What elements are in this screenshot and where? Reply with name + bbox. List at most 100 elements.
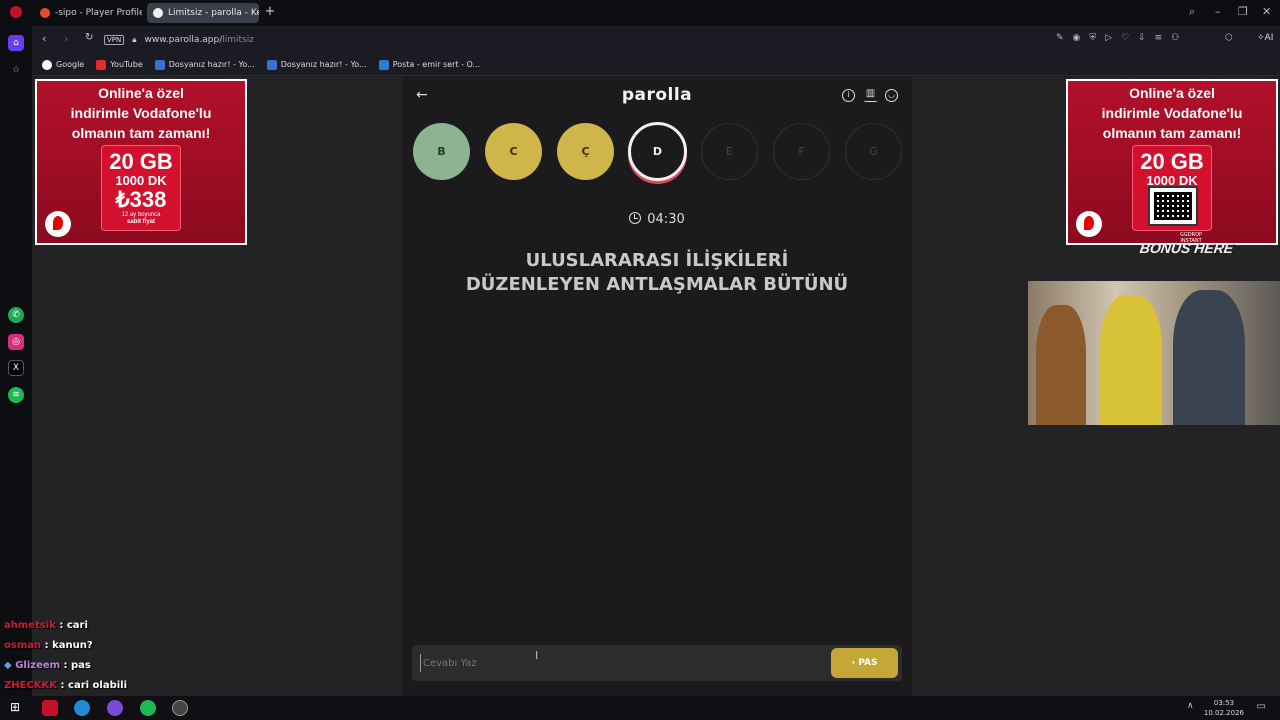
bookmarks-bar: Google YouTube Dosyanız hazır! - Yo... D… [32, 54, 1280, 76]
vpn-badge[interactable]: VPN [104, 35, 125, 45]
maximize-icon[interactable]: ❐ [1238, 5, 1248, 18]
home-icon[interactable]: ⌂ [8, 35, 24, 51]
ad-gb: 20 GB [109, 149, 173, 174]
bookmark-google[interactable]: Google [42, 59, 85, 70]
tab-label: Limitsiz - parolla - Kelime [168, 8, 259, 18]
letter-c: C [485, 123, 542, 180]
bookmark-label: Posta - emir sert - O... [392, 60, 481, 69]
letter-label: B [437, 145, 446, 158]
user-icon[interactable]: ◡ [885, 89, 898, 102]
question-line-1: ULUSLARARASI İLİŞKİLERİ [525, 250, 789, 271]
ai-label: AI [1264, 33, 1274, 43]
badge-icon: ◆ [4, 660, 12, 671]
star-icon[interactable]: ☆ [8, 62, 24, 78]
text-cursor-icon: I [535, 649, 539, 662]
streamer-webcam [1028, 281, 1280, 425]
spotify-icon[interactable]: ≋ [8, 387, 24, 403]
app-icon[interactable] [107, 700, 123, 716]
tab-bar: -sipo - Player Profile - FAC Limitsiz - … [0, 0, 1280, 26]
letter-label: Ç [581, 145, 590, 158]
ad-offer-card: 20 GB 1000 DK ₺338 12 ay boyunca sabit f… [101, 145, 181, 231]
bookmark-youtube[interactable]: YouTube [96, 59, 143, 70]
lock-icon[interactable]: 🔒︎ [132, 35, 136, 45]
chat-text: : cari olabili [60, 680, 128, 691]
letter-f: F [773, 123, 830, 180]
windows-start-icon[interactable]: ⊞ [10, 700, 20, 714]
person-figure [1036, 305, 1086, 425]
answer-input[interactable] [420, 654, 820, 672]
minimize-icon[interactable]: – [1215, 5, 1221, 18]
ad-headline-3: olmanın tam zamanı! [71, 125, 211, 141]
question-text: ULUSLARARASI İLİŞKİLERİ DÜZENLEYEN ANTLA… [432, 249, 882, 297]
bookmark-favicon-icon [154, 59, 165, 70]
person-figure [1173, 290, 1245, 425]
ad-headline-2: indirimle Vodafone'lu [70, 105, 212, 121]
ad-headline-3: olmanın tam zamanı! [1102, 125, 1242, 141]
google-icon [42, 59, 52, 70]
bookmark-label: Dosyanız hazır! - Yo... [168, 60, 255, 69]
aria-ai-button[interactable]: ✧AI [1257, 33, 1273, 43]
app-icon[interactable] [172, 700, 188, 716]
outlook-icon [378, 59, 389, 70]
ad-price: ₺338 [115, 187, 167, 212]
close-icon[interactable]: ✕ [1262, 5, 1271, 18]
forward-arrow-icon[interactable]: › [64, 32, 68, 45]
bonus-here-text: BONUS HERE [1138, 240, 1235, 256]
timer: 04:30 [402, 212, 912, 227]
clock-icon [629, 212, 642, 224]
chat-message: ◆ Glizeem : pas [4, 656, 204, 676]
system-clock[interactable]: 03:53 10.02.2026 [1204, 698, 1244, 718]
opera-taskbar-icon[interactable] [42, 700, 58, 716]
bookmark-label: YouTube [110, 60, 143, 69]
chat-text: : pas [63, 660, 91, 671]
bookmark-dosya-1[interactable]: Dosyanız hazır! - Yo... [154, 59, 255, 70]
letter-e: E [701, 123, 758, 180]
bookmark-dosya-2[interactable]: Dosyanız hazır! - Yo... [266, 59, 367, 70]
spotify-taskbar-icon[interactable] [140, 700, 156, 716]
whatsapp-icon[interactable]: ✆ [8, 307, 24, 323]
vodafone-ad-left[interactable]: Online'a özel indirimle Vodafone'lu olma… [35, 79, 247, 245]
tab-player-profile[interactable]: -sipo - Player Profile - FAC [34, 3, 142, 23]
edge-icon[interactable] [74, 700, 90, 716]
url-path: limitsiz [222, 35, 254, 45]
new-tab-plus-icon[interactable]: + [263, 5, 277, 19]
person-figure [1100, 295, 1162, 425]
toolbar-icons[interactable]: ✎◉⛨▷♡⇩≡⚇ [1056, 33, 1188, 43]
search-tabs-icon[interactable]: ⌕ [1189, 5, 1195, 19]
back-arrow-icon[interactable]: ‹ [42, 32, 46, 45]
pas-label: PAS [858, 658, 878, 668]
stream-chat: ahmetsik : cari osman : kanun? ◆ Glizeem… [4, 616, 204, 696]
pas-button[interactable]: › PAS [831, 648, 898, 678]
extensions-icon[interactable]: ⬡ [1225, 33, 1233, 43]
chat-user: Glizeem [15, 660, 61, 671]
clock-date: 10.02.2026 [1203, 709, 1244, 717]
vodafone-logo-icon [45, 211, 71, 237]
answer-form: › PAS [412, 645, 902, 681]
tab-parolla[interactable]: Limitsiz - parolla - Kelime [147, 3, 259, 23]
reload-icon[interactable]: ↻ [85, 32, 93, 43]
tray-chevron-icon[interactable]: ∧ [1187, 701, 1194, 711]
letter-c-cedilla: Ç [557, 123, 614, 180]
instagram-icon[interactable]: ◎ [8, 334, 24, 350]
x-twitter-icon[interactable]: X [8, 360, 24, 376]
letter-label: C [509, 145, 518, 158]
chat-message: osman : kanun? [4, 636, 204, 656]
chat-message: ZHECKKK : cari olabili [4, 676, 204, 696]
letter-b: B [413, 123, 470, 180]
bookmark-label: Google [56, 60, 85, 69]
opera-logo-icon[interactable] [10, 6, 22, 18]
notification-icon[interactable]: ▭ [1257, 701, 1266, 712]
ad-headline-1: Online'a özel [1129, 85, 1215, 101]
letter-label: E [726, 145, 733, 158]
info-icon[interactable]: i [842, 89, 855, 102]
stats-icon[interactable]: ▥ [864, 89, 877, 102]
question-line-2: DÜZENLEYEN ANTLAŞMALAR BÜTÜNÜ [465, 274, 849, 295]
bookmark-posta[interactable]: Posta - emir sert - O... [378, 59, 481, 70]
game-header: ← parolla i ▥ ◡ [402, 77, 912, 115]
letter-d-active: D [628, 122, 687, 181]
letter-g: G [845, 123, 902, 180]
chat-user: ahmetsik [4, 620, 56, 631]
url-prefix: www.parolla.app/ [144, 35, 223, 45]
youtube-icon [96, 59, 107, 70]
qr-code-icon [1148, 186, 1198, 226]
